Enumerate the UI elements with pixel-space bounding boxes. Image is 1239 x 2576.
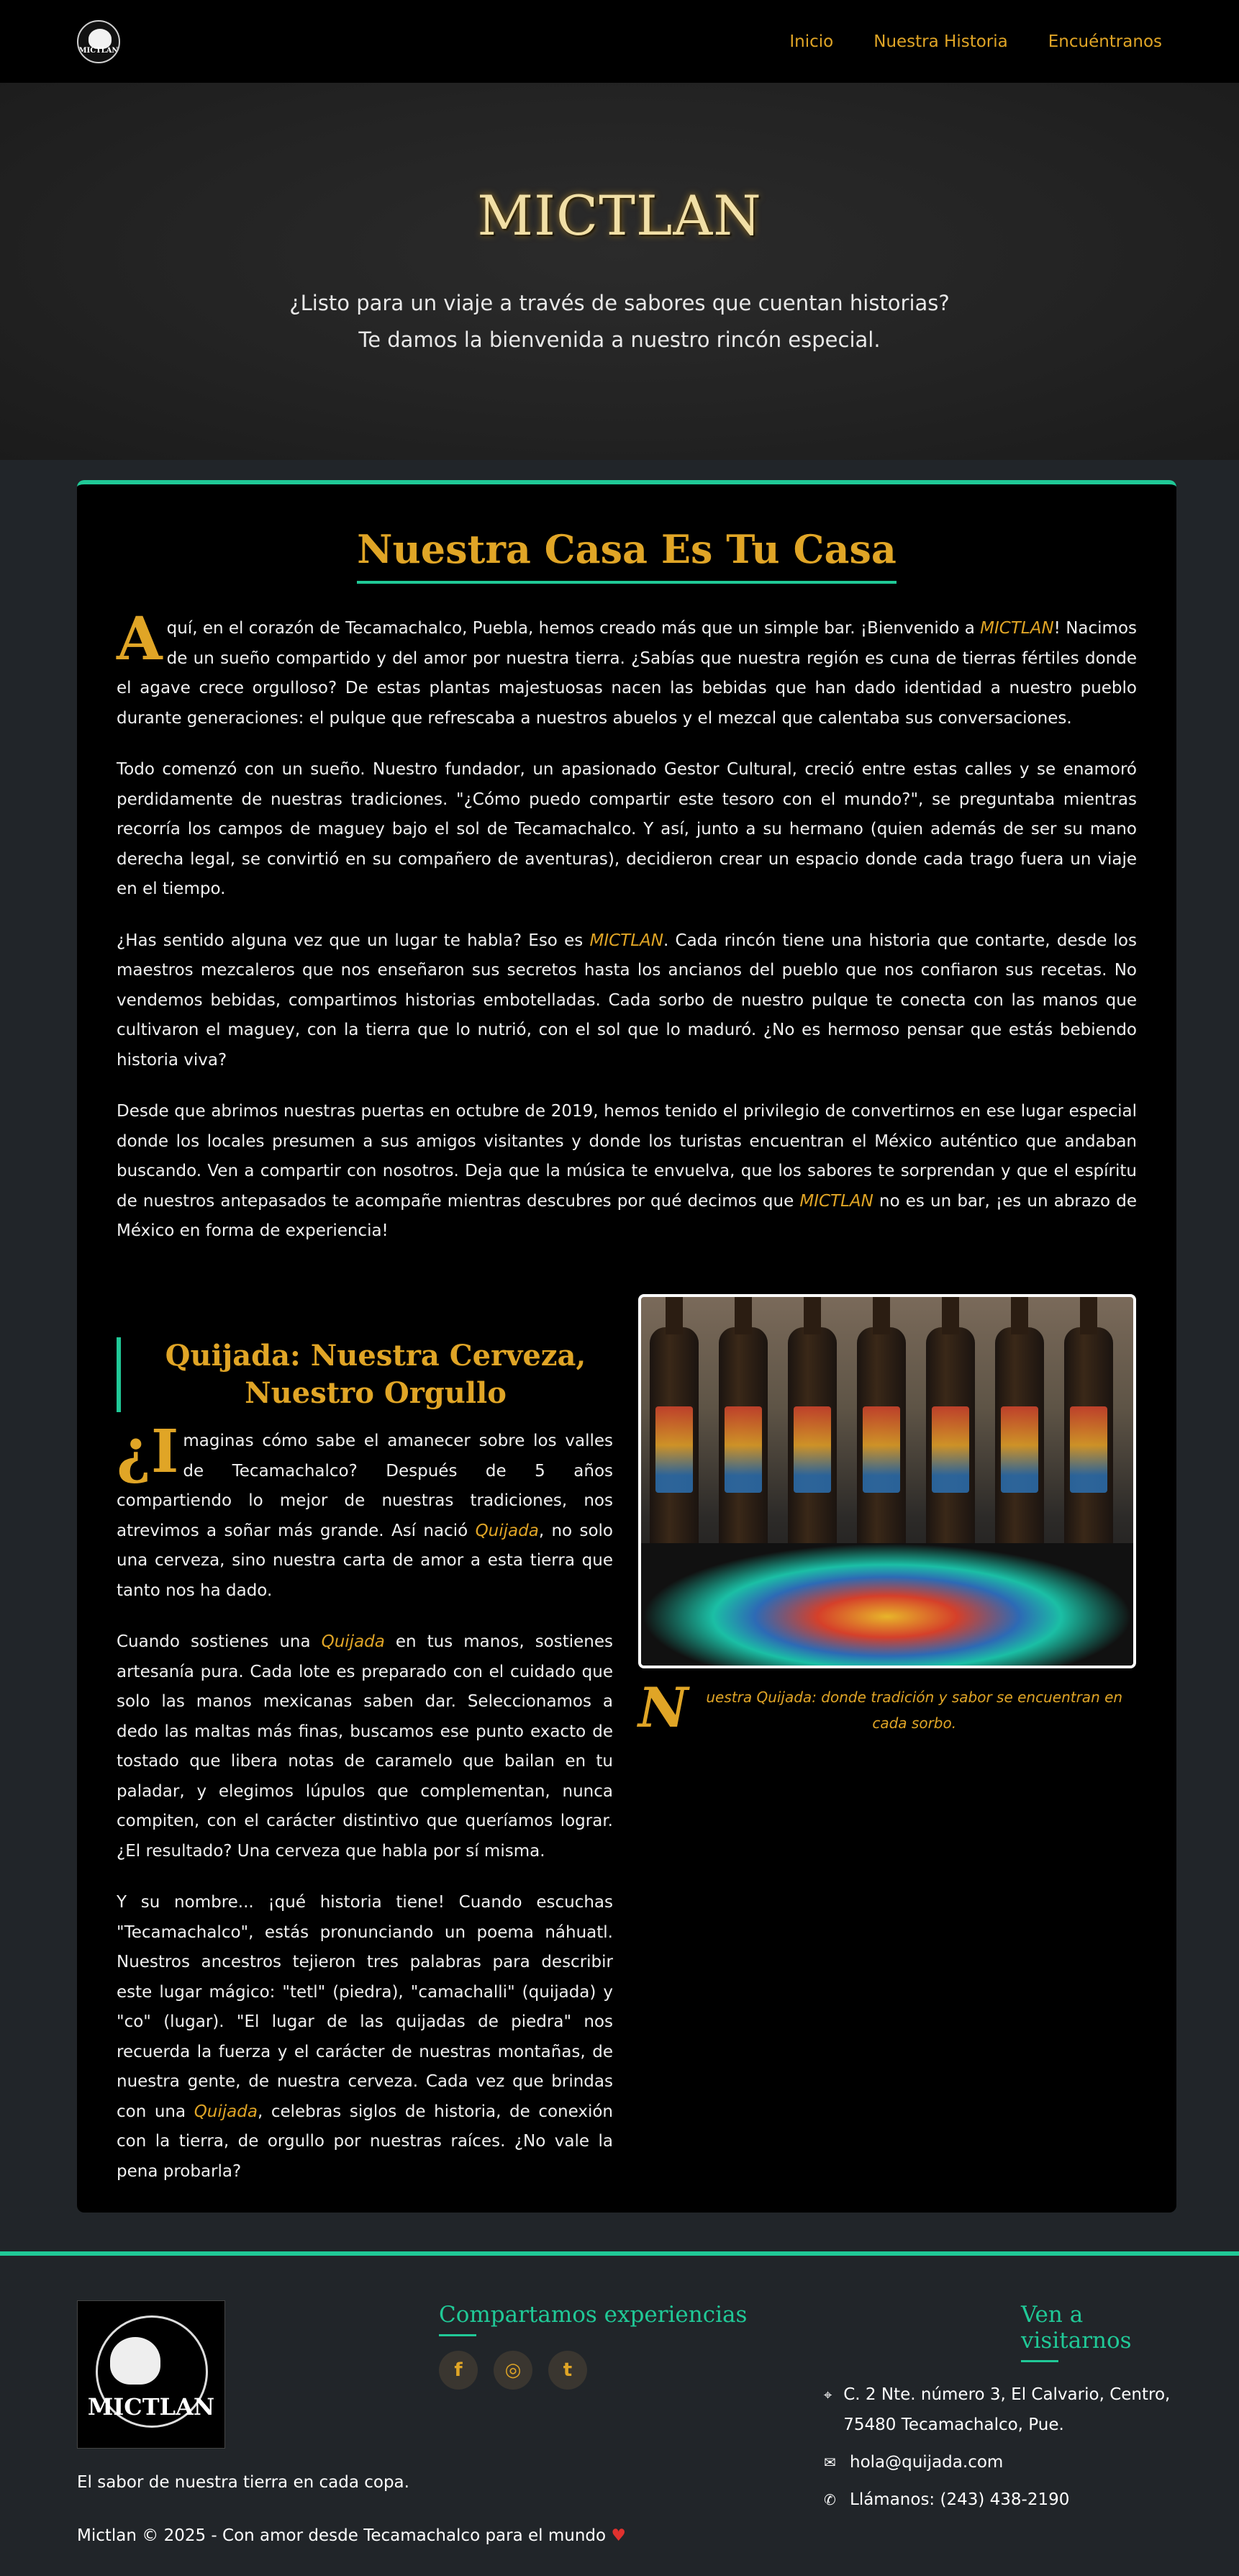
address-row: ⌖ C. 2 Nte. número 3, El Calvario, Centr… bbox=[824, 2380, 1176, 2440]
beer-highlight: Quijada bbox=[321, 1632, 385, 1651]
hero: MICTLAN ¿Listo para un viaje a través de… bbox=[0, 83, 1239, 460]
nav-link-encuentranos[interactable]: Encuéntranos bbox=[1048, 32, 1162, 51]
nav-links: Inicio Nuestra Historia Encuéntranos bbox=[789, 32, 1162, 51]
bottle-image bbox=[788, 1297, 837, 1558]
embroidered-cloth bbox=[641, 1543, 1133, 1666]
brand-highlight: MICTLAN bbox=[799, 1191, 873, 1211]
bottle-image bbox=[1064, 1297, 1113, 1558]
nav-link-inicio[interactable]: Inicio bbox=[789, 32, 833, 51]
story-paragraph-2: Todo comenzó con un sueño. Nuestro funda… bbox=[117, 760, 1137, 898]
nav-link-historia[interactable]: Nuestra Historia bbox=[873, 32, 1008, 51]
email-row[interactable]: ✉ hola@quijada.com bbox=[824, 2447, 1176, 2477]
dropcap: A bbox=[117, 605, 163, 674]
facebook-icon[interactable]: f bbox=[439, 2351, 478, 2390]
address-text: C. 2 Nte. número 3, El Calvario, Centro,… bbox=[843, 2385, 1171, 2434]
envelope-icon: ✉ bbox=[824, 2454, 836, 2471]
story-paragraph-3: ¿Has sentido alguna vez que un lugar te … bbox=[117, 931, 1137, 1070]
beer-title: Quijada: Nuestra Cerveza, Nuestro Orgull… bbox=[117, 1337, 613, 1412]
twitter-icon[interactable]: t bbox=[548, 2351, 587, 2390]
phone-row[interactable]: ✆ Llámanos: (243) 438-2190 bbox=[824, 2485, 1176, 2515]
navbar: MICTLAN Inicio Nuestra Historia Encuéntr… bbox=[0, 0, 1239, 83]
footer-logo: MICTLAN bbox=[77, 2300, 225, 2449]
bottle-image bbox=[719, 1297, 768, 1558]
contact-section: Ven a visitarnos ⌖ C. 2 Nte. número 3, E… bbox=[824, 2302, 1176, 2522]
beer-bottles-photo bbox=[638, 1294, 1136, 1668]
story-body: Aquí, en el corazón de Tecamachalco, Pue… bbox=[117, 605, 1137, 1268]
heart-icon: ♥ bbox=[611, 2526, 627, 2545]
phone-icon: ✆ bbox=[824, 2491, 836, 2508]
beer-highlight: Quijada bbox=[475, 1521, 539, 1540]
beer-photo-figure: Nuestra Quijada: donde tradición y sabor… bbox=[638, 1294, 1136, 1736]
beer-paragraph-2: Cuando sostienes una Quijada en tus mano… bbox=[117, 1632, 613, 1861]
hero-title: MICTLAN bbox=[477, 184, 762, 248]
bottle-image bbox=[857, 1297, 906, 1558]
social-section: Compartamos experiencias f ◎ t bbox=[439, 2302, 747, 2390]
bottle-image bbox=[926, 1297, 975, 1558]
skull-icon bbox=[110, 2337, 160, 2385]
email-text[interactable]: hola@quijada.com bbox=[850, 2447, 1003, 2477]
map-pin-icon: ⌖ bbox=[824, 2386, 832, 2403]
brand-logo[interactable]: MICTLAN bbox=[77, 19, 120, 63]
footer-logo-text: MICTLAN bbox=[87, 2393, 215, 2421]
story-card: Nuestra Casa Es Tu Casa Aquí, en el cora… bbox=[77, 480, 1176, 2213]
phone-text[interactable]: Llámanos: (243) 438-2190 bbox=[850, 2485, 1069, 2515]
footer-copyright: Mictlan © 2025 - Con amor desde Tecamach… bbox=[77, 2526, 627, 2545]
bottle-image bbox=[650, 1297, 699, 1558]
brand-highlight: MICTLAN bbox=[589, 931, 663, 950]
story-paragraph-4: Desde que abrimos nuestras puertas en oc… bbox=[117, 1102, 1137, 1240]
story-paragraph-1: Aquí, en el corazón de Tecamachalco, Pue… bbox=[117, 605, 1137, 728]
social-links: f ◎ t bbox=[439, 2351, 747, 2390]
beer-paragraph-1: ¿I maginas cómo sabe el amanecer sobre lo… bbox=[117, 1417, 613, 1600]
beer-highlight: Quijada bbox=[194, 2102, 258, 2121]
story-title: Nuestra Casa Es Tu Casa bbox=[357, 526, 897, 584]
logo-text: MICTLAN bbox=[78, 46, 119, 55]
brand-highlight: MICTLAN bbox=[980, 619, 1054, 638]
social-title: Compartamos experiencias bbox=[439, 2302, 747, 2336]
dropcap: ¿I bbox=[117, 1417, 179, 1486]
beer-section: Quijada: Nuestra Cerveza, Nuestro Orgull… bbox=[117, 1337, 613, 2208]
bottle-image bbox=[995, 1297, 1044, 1558]
footer: MICTLAN El sabor de nuestra tierra en ca… bbox=[0, 2251, 1239, 2576]
hero-subtitle: ¿Listo para un viaje a través de sabores… bbox=[289, 291, 950, 352]
photo-caption: Nuestra Quijada: donde tradición y sabor… bbox=[638, 1676, 1123, 1740]
footer-tagline: El sabor de nuestra tierra en cada copa. bbox=[77, 2473, 409, 2492]
skull-icon bbox=[88, 28, 112, 49]
visit-title: Ven a visitarnos bbox=[1021, 2302, 1176, 2362]
beer-paragraph-3: Y su nombre... ¡qué historia tiene! Cuan… bbox=[117, 1893, 614, 2181]
instagram-icon[interactable]: ◎ bbox=[494, 2351, 532, 2390]
dropcap: N bbox=[638, 1676, 689, 1740]
